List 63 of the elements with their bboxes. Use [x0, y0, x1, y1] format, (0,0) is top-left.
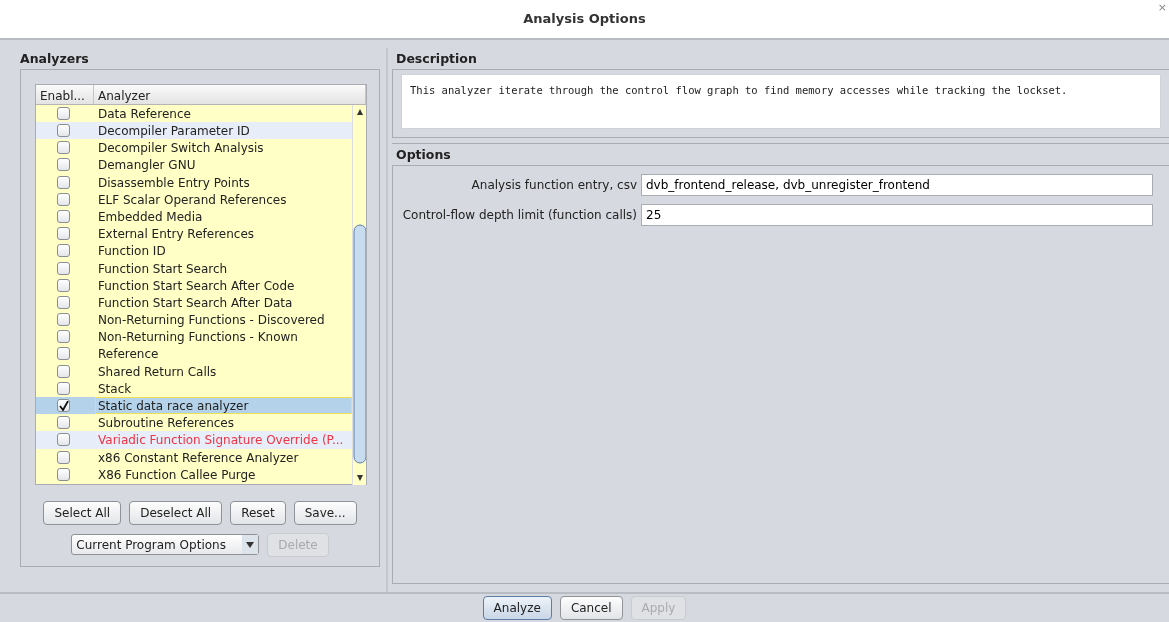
- table-row[interactable]: Non-Returning Functions - Discovered: [36, 311, 352, 329]
- analyzer-name[interactable]: Non-Returning Functions - Known: [95, 328, 352, 346]
- description-text: This analyzer iterate through the control flow graph to find memory accesses while tracking the lockset.: [401, 73, 1161, 129]
- analyzer-name[interactable]: Disassemble Entry Points: [95, 173, 352, 191]
- table-row[interactable]: Demangler GNU: [36, 156, 352, 174]
- table-row[interactable]: Reference: [36, 345, 352, 363]
- table-row[interactable]: Decompiler Parameter ID: [36, 121, 352, 140]
- table-row[interactable]: Embedded Media: [36, 207, 352, 226]
- table-row[interactable]: Data Reference: [36, 104, 352, 122]
- analyzer-name[interactable]: Demangler GNU: [95, 156, 352, 174]
- analyzer-name[interactable]: Data Reference: [95, 104, 352, 122]
- table-row[interactable]: Stack: [36, 379, 352, 397]
- table-row[interactable]: Function Start Search After Code: [36, 276, 352, 294]
- action-button[interactable]: Save...: [293, 500, 357, 525]
- field-label: Control-flow depth limit (function calls): [401, 206, 638, 224]
- section-title: Options: [395, 145, 452, 164]
- analyzer-name[interactable]: Function ID: [95, 242, 352, 260]
- input-field[interactable]: 25: [641, 203, 1153, 226]
- table-row[interactable]: Subroutine References: [36, 414, 352, 432]
- table-row[interactable]: Variadic Function Signature Override (P...: [36, 431, 352, 449]
- table-row[interactable]: Shared Return Calls: [36, 362, 352, 380]
- table-row[interactable]: Function ID: [36, 242, 352, 260]
- analyzer-name[interactable]: External Entry References: [95, 225, 352, 243]
- section-title: Analyzers: [19, 50, 90, 68]
- analyzer-name[interactable]: Embedded Media: [95, 207, 352, 225]
- action-button[interactable]: Deselect All: [129, 500, 223, 525]
- table-row[interactable]: Function Start Search After Data: [36, 293, 352, 311]
- analyzer-name[interactable]: ELF Scalar Operand References: [95, 190, 352, 208]
- analyzer-name[interactable]: Decompiler Switch Analysis: [95, 139, 352, 157]
- table-row[interactable]: Function Start Search: [36, 259, 352, 277]
- analyzer-row[interactable]: Static data race analyzer: [95, 397, 352, 415]
- analyzer-name[interactable]: Function Start Search: [95, 259, 352, 277]
- field-label: Analysis function entry, csv: [470, 176, 638, 194]
- action-button[interactable]: Reset: [230, 500, 286, 525]
- table-row[interactable]: External Entry References: [36, 225, 352, 243]
- analyzer-name[interactable]: Reference: [95, 345, 352, 363]
- analyzer-name[interactable]: Function Start Search After Data: [95, 293, 352, 311]
- analyzer-name[interactable]: Shared Return Calls: [95, 362, 352, 380]
- table-row[interactable]: ELF Scalar Operand References: [36, 190, 352, 208]
- analyzer-name[interactable]: Decompiler Parameter ID: [95, 122, 352, 140]
- table-row[interactable]: Static data race analyzer: [36, 396, 352, 415]
- table-row[interactable]: Disassemble Entry Points: [36, 173, 352, 191]
- column-header[interactable]: Analyzer: [94, 84, 366, 104]
- input-field[interactable]: dvb_frontend_release, dvb_unregister_frontend: [641, 173, 1153, 196]
- analyzer-name[interactable]: Function Start Search After Code: [95, 276, 352, 294]
- analyzer-name[interactable]: Non-Returning Functions - Discovered: [95, 311, 352, 329]
- column-header[interactable]: Enabl...: [36, 84, 94, 104]
- dialog-button[interactable]: Analyze: [482, 596, 552, 620]
- close-button[interactable]: ×: [1157, 2, 1167, 13]
- analyzer-name[interactable]: Subroutine References: [95, 414, 352, 432]
- section-title: Description: [395, 50, 478, 68]
- dialog-button[interactable]: Cancel: [559, 596, 623, 620]
- analyzer-name[interactable]: Variadic Function Signature Override (P...: [95, 431, 352, 449]
- table-row[interactable]: X86 Function Callee Purge: [36, 465, 352, 483]
- profile-dropdown[interactable]: Current Program Options: [71, 534, 260, 556]
- table-row[interactable]: Decompiler Switch Analysis: [36, 139, 352, 157]
- analyzer-name[interactable]: Stack: [95, 379, 352, 397]
- analyzer-name[interactable]: x86 Constant Reference Analyzer: [95, 448, 352, 466]
- action-button[interactable]: Select All: [43, 500, 122, 525]
- window-title: Analysis Options: [523, 10, 646, 29]
- analyzer-name[interactable]: X86 Function Callee Purge: [95, 465, 352, 483]
- table-row[interactable]: Non-Returning Functions - Known: [36, 328, 352, 346]
- table-row[interactable]: x86 Constant Reference Analyzer: [36, 448, 352, 466]
